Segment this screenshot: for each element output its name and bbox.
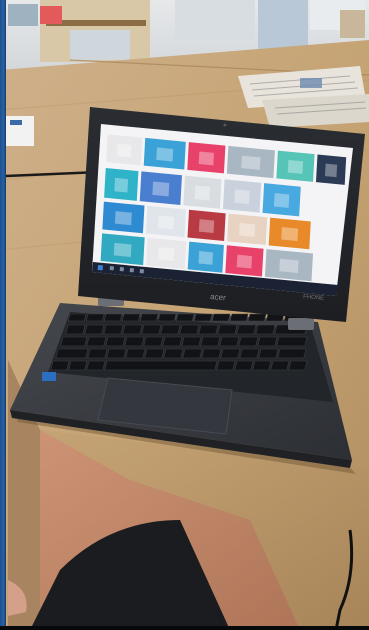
product-photo-11-thumb — [273, 193, 290, 208]
product-photo-1-thumb — [158, 247, 175, 262]
laptop-photo: acer FHONE — [0, 0, 369, 630]
product-photo-2-thumb — [198, 250, 214, 265]
photo-border-left — [0, 0, 6, 630]
webcam — [223, 123, 227, 127]
product-photo-9-thumb — [194, 185, 211, 201]
product-photo-8-thumb — [152, 181, 170, 197]
product-photo-12-thumb — [114, 211, 132, 226]
product-photo-1-thumb — [116, 143, 132, 158]
product-photo-14-thumb — [198, 219, 215, 234]
product-photo-13-thumb — [157, 215, 175, 230]
product-photo-2-thumb — [156, 147, 174, 162]
product-photo-4-thumb — [279, 258, 299, 274]
product-photo-7-thumb — [114, 177, 129, 193]
right-hinge — [288, 318, 314, 330]
product-photo-16-thumb — [281, 227, 299, 242]
product-photo-3-thumb — [236, 254, 253, 269]
photo-border-bottom — [0, 626, 369, 630]
acer-logo: acer — [210, 292, 227, 302]
windows-start-icon[interactable] — [97, 265, 103, 271]
product-photo-17-thumb — [113, 242, 132, 257]
photo-frame: acer FHONE — [0, 0, 369, 630]
product-photo-5-thumb — [287, 160, 304, 174]
product-photo-15-thumb — [239, 223, 256, 237]
product-photo-10-thumb — [234, 189, 250, 205]
product-photo-6-thumb — [324, 163, 338, 178]
intel-sticker — [42, 372, 56, 381]
product-photo-3-thumb — [198, 151, 214, 166]
product-photo-4-thumb — [241, 155, 261, 170]
